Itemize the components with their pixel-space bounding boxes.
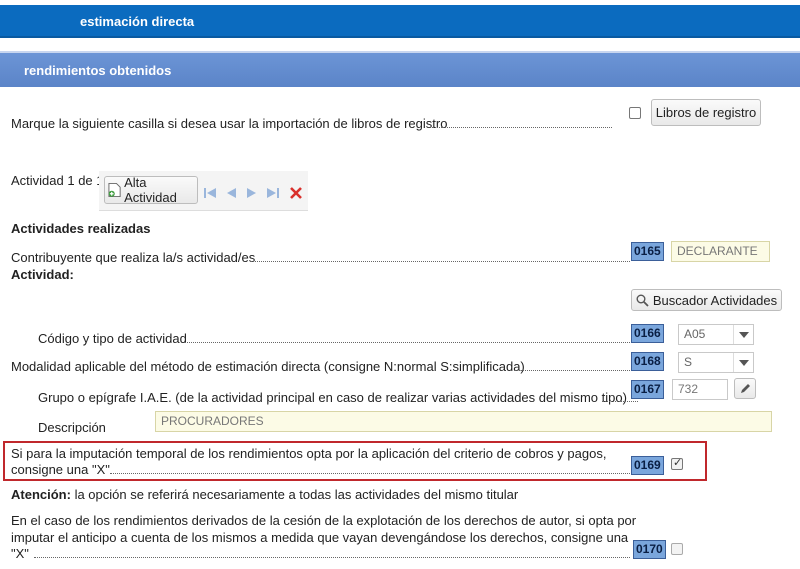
modalidad-select[interactable]: S <box>678 352 754 373</box>
code-0165: 0165 <box>631 242 664 261</box>
leader-dots <box>184 342 630 343</box>
alta-actividad-label: Alta Actividad <box>124 175 177 205</box>
code-0168: 0168 <box>631 352 664 371</box>
code-0166: 0166 <box>631 324 664 343</box>
pencil-icon <box>741 383 750 393</box>
previous-record-icon[interactable] <box>224 187 238 199</box>
modalidad-label: Modalidad aplicable del método de estima… <box>11 359 525 374</box>
new-document-icon <box>108 182 121 198</box>
atencion-text: la opción se referirá necesariamente a t… <box>74 487 519 502</box>
derechos-line1: En el caso de los rendimientos derivados… <box>11 513 637 528</box>
derechos-autor-checkbox[interactable] <box>671 543 683 555</box>
leader-dots <box>34 557 630 558</box>
first-record-icon[interactable] <box>203 187 217 199</box>
libros-checkbox[interactable] <box>629 107 641 119</box>
contribuyente-field[interactable]: DECLARANTE <box>671 241 770 262</box>
libros-button[interactable]: Libros de registro <box>651 99 761 126</box>
alta-actividad-button[interactable]: Alta Actividad <box>104 175 198 205</box>
chevron-down-icon <box>733 353 753 372</box>
cobros-pagos-line2: consigne una "X" <box>11 462 110 477</box>
leader-dots <box>250 261 630 262</box>
activity-counter: Actividad 1 de 1 <box>11 173 104 188</box>
section-title: rendimientos obtenidos <box>24 63 172 78</box>
actividad-heading: Actividad: <box>11 267 74 282</box>
buscador-actividades-button[interactable]: Buscador Actividades <box>631 289 782 311</box>
leader-dots <box>432 127 612 128</box>
cobros-pagos-line1: Si para la imputación temporal de los re… <box>11 446 607 461</box>
edit-grupo-button[interactable] <box>734 378 756 399</box>
chevron-down-icon <box>733 325 753 344</box>
header-bar: estimación directa <box>0 5 800 38</box>
derechos-line3: "X" <box>11 546 29 561</box>
atencion-bold: Atención: <box>11 487 71 502</box>
contribuyente-label: Contribuyente que realiza la/s actividad… <box>11 250 256 265</box>
descripcion-label: Descripción <box>38 420 106 435</box>
section-bar: rendimientos obtenidos <box>0 51 800 87</box>
codigo-select-value: A05 <box>684 327 706 341</box>
leader-dots <box>602 401 638 402</box>
search-icon <box>636 294 649 307</box>
code-0169: 0169 <box>631 456 664 475</box>
grupo-input[interactable]: 732 <box>672 379 728 400</box>
last-record-icon[interactable] <box>266 187 280 199</box>
cobros-pagos-checkbox[interactable] <box>671 456 683 470</box>
code-0170: 0170 <box>633 540 666 559</box>
next-record-icon[interactable] <box>245 187 259 199</box>
derechos-line2: imputar el anticipo a cuenta de los mism… <box>11 530 629 545</box>
atencion-note: Atención: la opción se referirá necesari… <box>11 487 518 502</box>
header-title: estimación directa <box>80 14 195 29</box>
codigo-select[interactable]: A05 <box>678 324 754 345</box>
delete-record-icon[interactable] <box>289 187 303 199</box>
buscador-actividades-label: Buscador Actividades <box>652 292 778 308</box>
leader-dots <box>110 473 630 474</box>
codigo-label: Código y tipo de actividad <box>38 331 187 346</box>
modalidad-select-value: S <box>684 355 693 369</box>
libros-question-label: Marque la siguiente casilla si desea usa… <box>11 116 448 131</box>
activities-heading: Actividades realizadas <box>11 221 151 236</box>
grupo-label: Grupo o epígrafe I.A.E. (de la actividad… <box>38 390 627 405</box>
code-0167: 0167 <box>631 380 664 399</box>
leader-dots <box>514 370 630 371</box>
descripcion-field[interactable]: PROCURADORES <box>155 411 772 432</box>
